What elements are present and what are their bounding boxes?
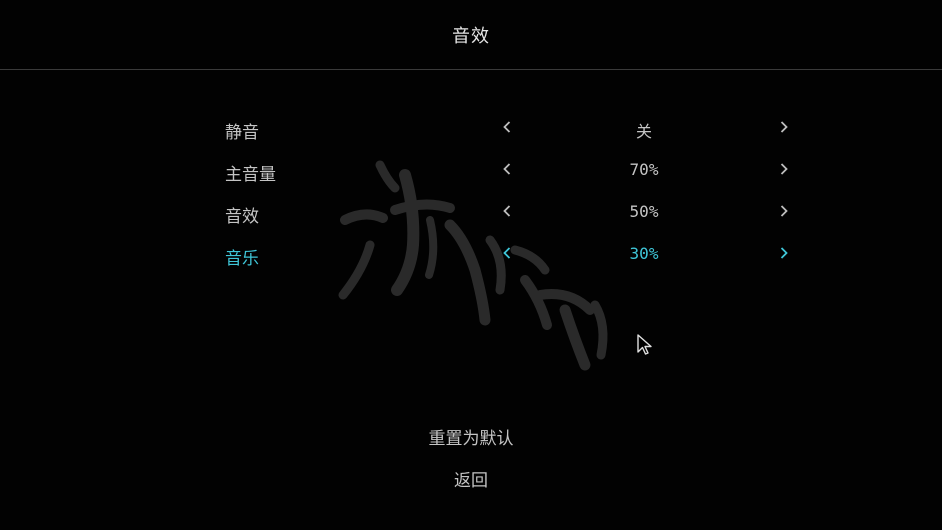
setting-row-mute[interactable]: 静音 关 bbox=[0, 108, 942, 150]
settings-list: 静音 关 主音量 70% 音效 50% 音乐 30% bbox=[0, 108, 942, 276]
setting-label: 音乐 bbox=[225, 249, 259, 269]
setting-value: 30% bbox=[629, 244, 659, 263]
back-button[interactable]: 返回 bbox=[0, 466, 942, 491]
chevron-right-icon[interactable] bbox=[773, 116, 795, 138]
chevron-left-icon[interactable] bbox=[496, 242, 518, 264]
chevron-left-icon[interactable] bbox=[496, 158, 518, 180]
audio-settings-screen: 音效 静音 关 主音量 70% 音效 50% 音乐 30% 重置为默认 返回 bbox=[0, 0, 942, 530]
setting-label: 音效 bbox=[225, 207, 259, 227]
setting-row-sfx[interactable]: 音效 50% bbox=[0, 192, 942, 234]
setting-value: 关 bbox=[635, 122, 652, 141]
setting-label: 静音 bbox=[225, 123, 259, 143]
setting-label: 主音量 bbox=[225, 165, 276, 185]
mouse-pointer-icon bbox=[637, 334, 652, 355]
chevron-right-icon[interactable] bbox=[773, 158, 795, 180]
chevron-right-icon[interactable] bbox=[773, 200, 795, 222]
setting-value: 50% bbox=[629, 202, 659, 221]
chevron-left-icon[interactable] bbox=[496, 116, 518, 138]
setting-row-master-volume[interactable]: 主音量 70% bbox=[0, 150, 942, 192]
header-divider bbox=[0, 69, 942, 70]
chevron-right-icon[interactable] bbox=[773, 242, 795, 264]
reset-to-default-button[interactable]: 重置为默认 bbox=[0, 424, 942, 449]
setting-row-music[interactable]: 音乐 30% bbox=[0, 234, 942, 276]
setting-value: 70% bbox=[629, 160, 659, 179]
page-title: 音效 bbox=[452, 26, 490, 47]
chevron-left-icon[interactable] bbox=[496, 200, 518, 222]
